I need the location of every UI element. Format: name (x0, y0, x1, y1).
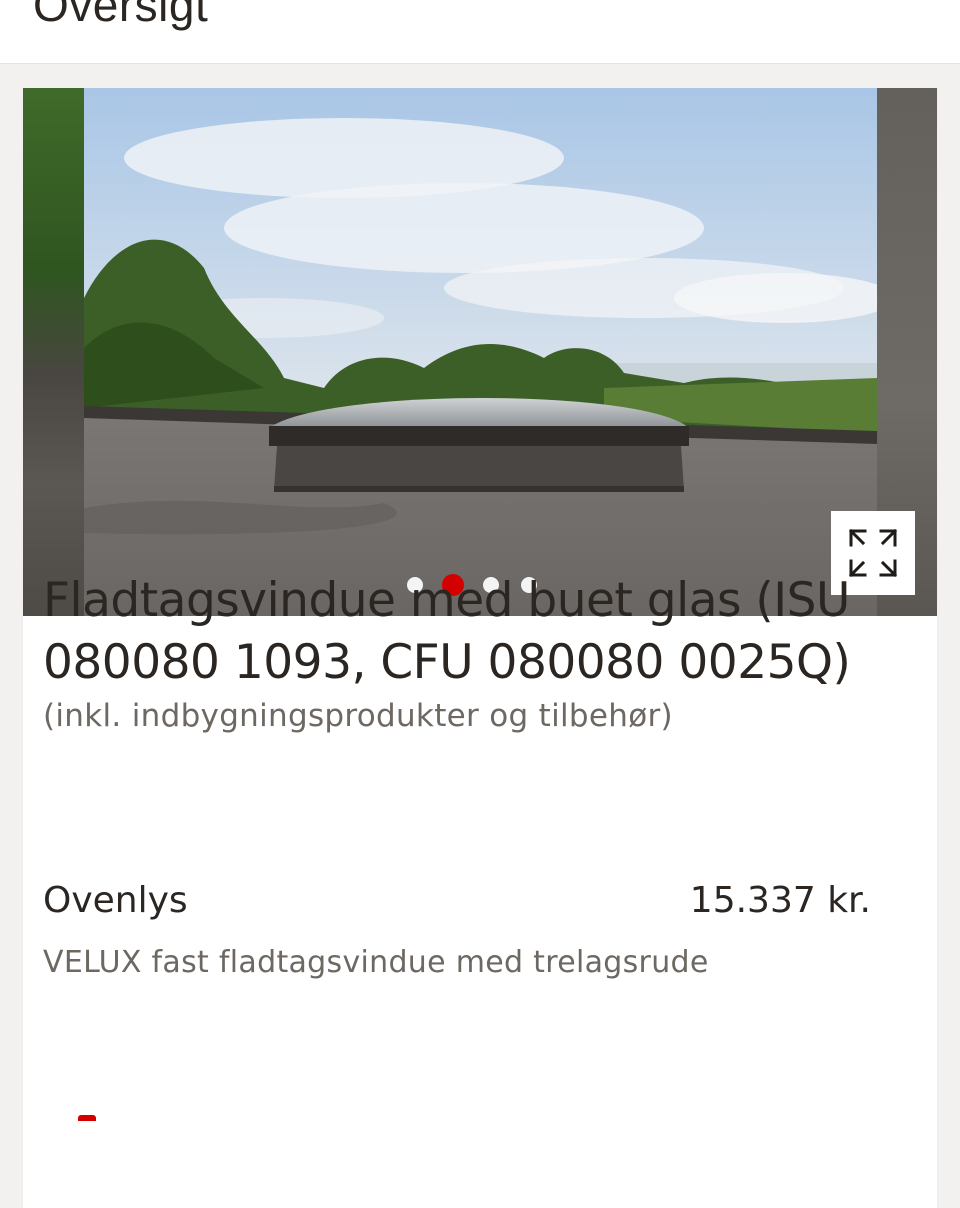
product-title: Fladtagsvindue med buet glas (ISU 080080… (43, 573, 851, 690)
product-subtitle: (inkl. indbygningsprodukter og tilbehør) (43, 698, 673, 734)
price-value: 15.337 kr. (689, 880, 871, 921)
image-gallery[interactable] (23, 88, 937, 616)
page-title: Oversigt (33, 0, 209, 31)
top-header: Oversigt (0, 0, 960, 64)
product-info: Fladtagsvindue med buet glas (ISU 080080… (43, 570, 873, 738)
product-image (84, 88, 877, 616)
price-label: Ovenlys (43, 880, 188, 921)
partial-icon-cut-off (78, 1115, 96, 1121)
price-row: Ovenlys 15.337 kr. (43, 880, 871, 921)
previous-slide-peek[interactable] (23, 88, 84, 616)
price-description: VELUX fast fladtagsvindue med trelagsrud… (43, 945, 709, 980)
